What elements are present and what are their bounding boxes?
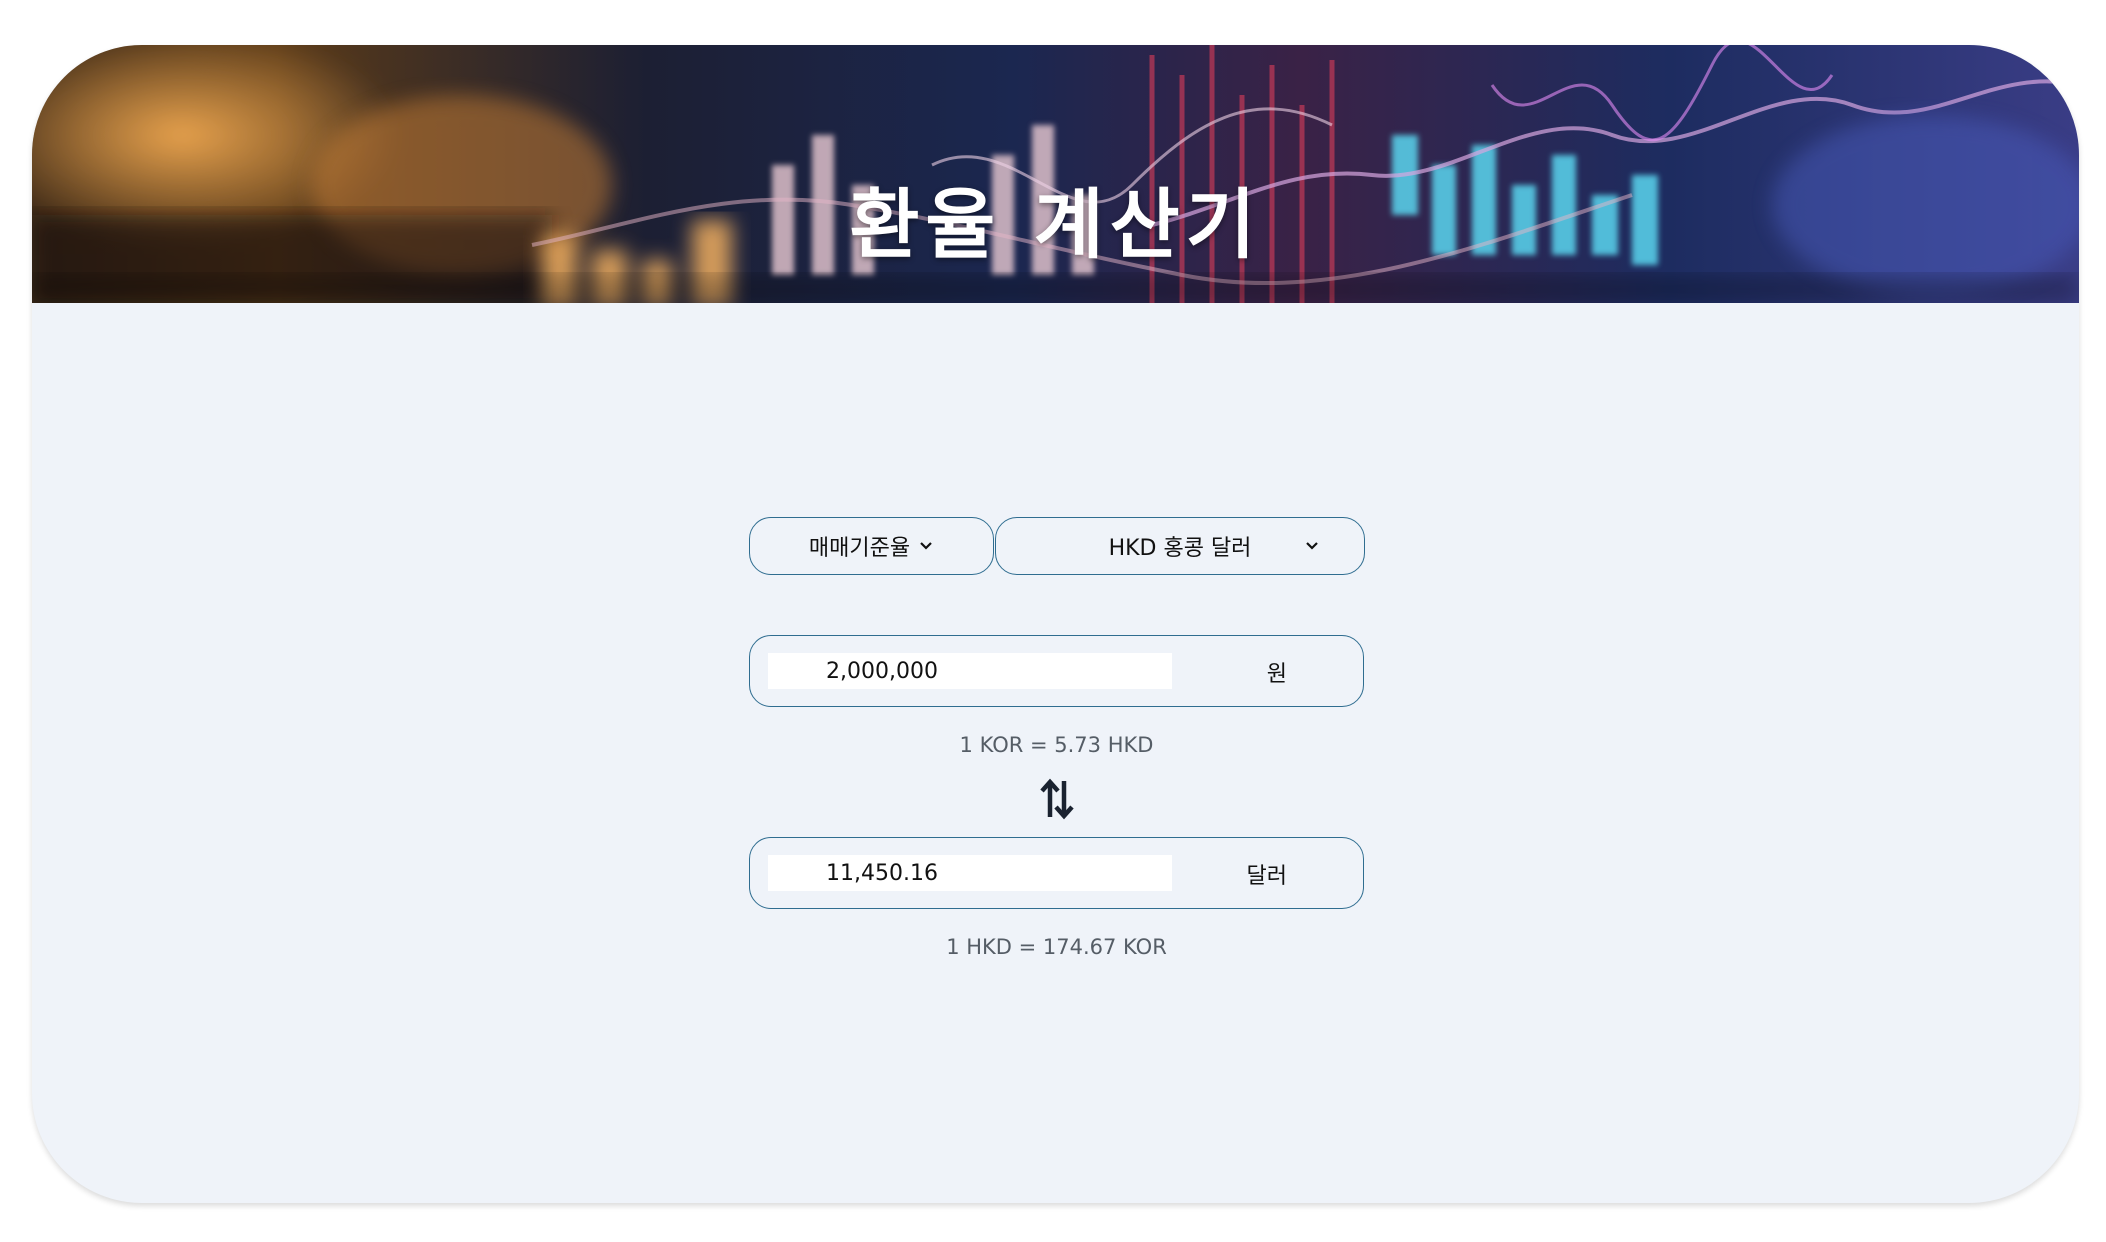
selector-row: 매매기준율 HKD 홍콩 달러 <box>749 517 1365 579</box>
converter-form: 매매기준율 HKD 홍콩 달러 원 1 KOR = 5.73 HKD <box>749 517 1365 959</box>
calculator-card: 환율 계산기 매매기준율 HKD 홍콩 달러 원 1 KOR = 5.73 HK… <box>32 45 2079 1203</box>
rate-type-label: 매매기준율 <box>808 536 911 561</box>
to-unit-label: 달러 <box>1246 864 1287 889</box>
chevron-down-icon <box>920 542 932 550</box>
from-amount-box: 원 <box>749 635 1364 707</box>
chevron-down-icon <box>1306 542 1318 550</box>
page-title: 환율 계산기 <box>849 180 1262 269</box>
to-rate-text: 1 HKD = 174.67 KOR <box>946 935 1167 959</box>
to-amount-box: 달러 <box>749 837 1364 909</box>
from-amount-input[interactable] <box>768 653 1172 689</box>
rate-type-select[interactable]: 매매기준율 <box>749 517 994 575</box>
to-amount-input[interactable] <box>768 855 1172 891</box>
currency-label: HKD 홍콩 달러 <box>1108 536 1252 561</box>
from-rate-text: 1 KOR = 5.73 HKD <box>959 733 1154 757</box>
currency-select[interactable]: HKD 홍콩 달러 <box>995 517 1365 575</box>
swap-arrows-icon[interactable] <box>1039 777 1075 821</box>
hero-banner: 환율 계산기 <box>32 45 2079 303</box>
from-unit-label: 원 <box>1266 662 1287 687</box>
